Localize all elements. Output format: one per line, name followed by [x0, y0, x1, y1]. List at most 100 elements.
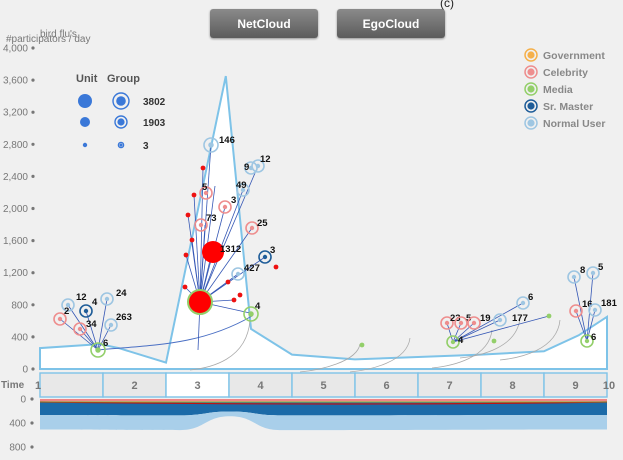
y-tick-label: 2,800	[3, 140, 28, 151]
y-tick-dot	[31, 206, 35, 211]
topic-chart: bird flu's#participators / day4,0003,600…	[1, 29, 618, 454]
small-node	[185, 212, 191, 218]
node-label: 4	[255, 301, 261, 312]
day-label: 5	[320, 380, 326, 392]
netcloud-tab[interactable]: NetCloud	[210, 9, 318, 38]
legend-swatch	[527, 102, 535, 110]
media-node	[584, 338, 590, 344]
node-label: 2	[64, 306, 69, 317]
legend-swatch	[527, 68, 535, 76]
node-label: 8	[580, 265, 585, 276]
celebrity-node	[471, 320, 477, 326]
y-tick-label: 2,400	[3, 172, 28, 183]
small-node	[359, 342, 365, 348]
user-node	[77, 326, 83, 332]
y-tick-dot	[31, 174, 35, 178]
celebrity-node	[222, 204, 228, 210]
user-node	[497, 317, 503, 323]
node-label: 6	[591, 332, 596, 343]
y-tick-label: 2,000	[3, 204, 28, 215]
size-legend-value: 1903	[143, 118, 166, 129]
node-label: 34	[86, 319, 97, 330]
egocloud-tab[interactable]: EgoCloud	[337, 9, 445, 38]
legend-label: Government	[543, 50, 605, 62]
size-legend-group-header: Group	[107, 73, 140, 85]
day-label: 2	[131, 380, 137, 392]
node-label: 4	[458, 335, 464, 346]
node-label: 263	[116, 312, 132, 323]
y-tick-dot	[31, 239, 35, 243]
size-legend-group-dot	[117, 118, 125, 126]
panel-label: (c)	[440, 0, 454, 10]
node-label: 16	[582, 299, 593, 310]
user-node	[571, 274, 577, 280]
chart-stage: bird flu's #participators / day 4,000 3,600…	[0, 0, 623, 455]
user-node	[208, 142, 214, 148]
celebrity-node	[249, 225, 255, 231]
celebrity-node	[444, 320, 450, 326]
size-legend-unit-dot	[80, 117, 90, 127]
day-label: 1	[35, 380, 41, 392]
small-node	[189, 237, 195, 243]
node-label: 146	[219, 135, 235, 146]
legend-label: Sr. Master	[543, 101, 593, 113]
small-node	[546, 313, 552, 319]
user-node	[104, 296, 110, 302]
bottom-tick-label: 0	[20, 395, 26, 406]
x-axis-label: Time	[1, 380, 25, 391]
node-label: 3	[270, 245, 275, 256]
y-tick-label: 1,200	[3, 268, 28, 279]
y-tick-label: 0	[22, 365, 28, 376]
legend-swatch	[527, 85, 535, 93]
small-node	[200, 165, 206, 171]
node-label: 49	[236, 180, 247, 191]
y-tick-dot	[31, 367, 35, 371]
small-node	[237, 292, 243, 298]
y-tick-label: 3,200	[3, 108, 28, 119]
small-node	[182, 284, 188, 290]
small-node	[231, 297, 237, 303]
small-node	[491, 338, 497, 344]
small-node	[191, 192, 197, 198]
legend-swatch	[527, 119, 535, 127]
y-tick-label: 800	[11, 300, 28, 311]
node-label: 6	[103, 338, 108, 349]
node-label: 73	[206, 213, 217, 224]
y-tick-dot	[31, 303, 35, 307]
size-legend-unit-dot	[82, 142, 88, 148]
size-legend-unit-dot	[78, 94, 92, 108]
media-node	[95, 347, 101, 353]
y-tick-dot	[31, 142, 35, 146]
node-label: 24	[116, 288, 127, 299]
volume-area	[39, 75, 608, 370]
node-label: 6	[528, 292, 533, 303]
celebrity-node-large	[187, 289, 213, 315]
node-label: 1312	[220, 244, 241, 255]
size-legend-value: 3	[143, 141, 149, 152]
node-label: 12	[76, 292, 87, 303]
user-node	[108, 322, 114, 328]
user-node	[248, 165, 254, 171]
size-legend-group-dot	[119, 143, 123, 147]
celebrity-node	[198, 222, 204, 228]
day-label: 7	[446, 380, 452, 392]
stream-band-celebrity	[40, 399, 607, 402]
bottom-tick-dot	[30, 445, 34, 449]
legend-label: Normal User	[543, 118, 605, 130]
y-tick-dot	[31, 46, 35, 50]
user-node	[520, 300, 526, 306]
day-label: 6	[383, 380, 389, 392]
day-label: 9	[572, 380, 578, 392]
legend-label: Media	[543, 84, 573, 96]
day-label: 3	[194, 380, 200, 392]
node-label: 5	[598, 262, 604, 273]
y-tick-dot	[31, 110, 35, 114]
media-node	[450, 339, 456, 345]
small-node	[183, 252, 189, 258]
day-label: 10	[603, 380, 615, 392]
celebrity-node	[458, 320, 464, 326]
node-label: 5	[202, 182, 208, 193]
y-tick-dot	[31, 78, 35, 82]
node-label: 4	[92, 297, 98, 308]
node-label: 427	[244, 263, 260, 274]
